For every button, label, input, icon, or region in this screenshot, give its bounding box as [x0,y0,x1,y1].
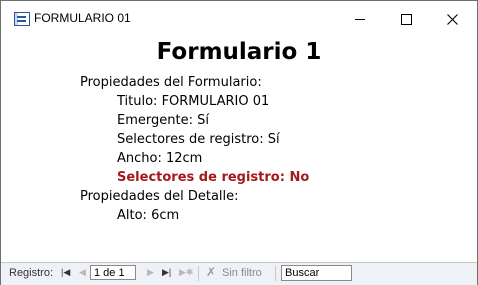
filter-icon[interactable]: ✗ [206,265,216,279]
filter-status[interactable]: Sin filtro [222,267,262,279]
property-width: Ancho: 12cm [117,151,203,166]
minimize-button[interactable] [337,1,383,37]
new-record-icon[interactable]: ▶✱ [179,267,193,278]
next-record-icon[interactable]: ▶ [147,267,154,278]
divider [275,266,276,281]
search-input[interactable] [281,265,352,281]
last-record-icon[interactable]: ▶| [162,267,171,278]
property-record-selectors: Selectores de registro: Sí [117,132,280,147]
record-label: Registro: [9,267,54,279]
access-form-window: FORMULARIO 01 Formulario 1 Propiedades d… [0,0,478,285]
form-heading: Formulario 1 [156,39,322,65]
divider [198,266,199,281]
property-popup: Emergente: Sí [117,113,209,128]
record-navigation-bar: Registro: |◀ ◀ 1 de 1 ▶ ▶| ▶✱ ✗ Sin filt… [1,262,477,285]
first-record-icon[interactable]: |◀ [61,267,70,278]
property-record-selectors-highlight: Selectores de registro: No [117,170,310,185]
form-properties-header: Propiedades del Formulario: [80,75,262,90]
current-record-field[interactable]: 1 de 1 [90,265,136,280]
window-title: FORMULARIO 01 [34,11,131,25]
previous-record-icon[interactable]: ◀ [79,267,86,278]
property-title: Titulo: FORMULARIO 01 [117,94,270,109]
maximize-icon [400,13,412,25]
title-bar[interactable]: FORMULARIO 01 [1,1,477,37]
minimize-icon [355,18,365,20]
close-button[interactable] [429,1,475,37]
close-icon [446,13,458,25]
form-icon [14,12,30,26]
maximize-button[interactable] [383,1,429,37]
property-height: Alto: 6cm [117,208,180,223]
detail-properties-header: Propiedades del Detalle: [80,189,239,204]
form-body: Formulario 1 Propiedades del Formulario:… [1,37,477,261]
